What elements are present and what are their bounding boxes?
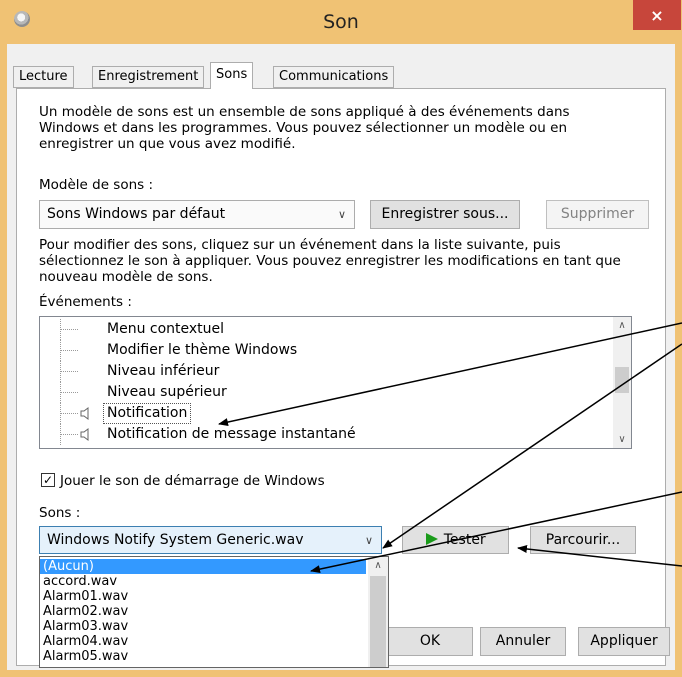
delete-button[interactable]: Supprimer	[546, 200, 649, 229]
events-list[interactable]: Menu contextuel Modifier le thème Window…	[39, 316, 632, 449]
dropdown-scrollbar[interactable]: ∧	[368, 557, 388, 667]
scrollbar-thumb[interactable]	[370, 576, 386, 667]
play-icon	[426, 533, 439, 545]
dropdown-option[interactable]: Alarm02.wav	[40, 604, 366, 619]
list-item[interactable]: Modifier le thème Windows	[40, 340, 631, 361]
dialog-client: Lecture Enregistrement Sons Communicatio…	[7, 44, 675, 670]
modify-sounds-text: Pour modifier des sons, cliquez sur un é…	[39, 237, 621, 285]
title-bar: Son ×	[0, 0, 682, 44]
list-item[interactable]: Niveau inférieur	[40, 361, 631, 382]
tab-sons[interactable]: Sons	[210, 62, 254, 89]
tab-communications[interactable]: Communications	[273, 66, 395, 88]
events-scrollbar[interactable]: ∧ ∨	[613, 317, 631, 448]
event-label: Notification de message instantané	[107, 426, 356, 442]
sounds-label: Sons :	[39, 505, 81, 521]
event-label: Modifier le thème Windows	[107, 342, 298, 358]
startup-sound-label: Jouer le son de démarrage de Windows	[60, 473, 325, 489]
speaker-icon	[80, 407, 89, 420]
test-button-label: Tester	[443, 532, 486, 548]
events-label: Événements :	[39, 294, 132, 310]
event-label: Notification	[103, 403, 192, 424]
scroll-down-icon[interactable]: ∨	[613, 431, 631, 448]
sound-select[interactable]: Windows Notify System Generic.wav ∨	[39, 526, 382, 554]
dropdown-option[interactable]: Alarm05.wav	[40, 649, 366, 664]
browse-button[interactable]: Parcourir...	[530, 526, 636, 554]
sound-dropdown-list[interactable]: (Aucun) accord.wav Alarm01.wav Alarm02.w…	[39, 556, 389, 668]
dropdown-option[interactable]: Alarm03.wav	[40, 619, 366, 634]
scroll-up-icon[interactable]: ∧	[613, 317, 631, 334]
scheme-select-value: Sons Windows par défaut	[47, 206, 226, 222]
tab-enregistrement[interactable]: Enregistrement	[92, 66, 205, 88]
dropdown-option[interactable]: Alarm04.wav	[40, 634, 366, 649]
dropdown-option[interactable]: accord.wav	[40, 574, 366, 589]
list-item[interactable]: Menu contextuel	[40, 319, 631, 340]
dropdown-option-selected[interactable]: (Aucun)	[40, 559, 366, 574]
chevron-down-icon: ∨	[337, 208, 346, 221]
scheme-select[interactable]: Sons Windows par défaut ∨	[39, 200, 355, 229]
dropdown-option[interactable]: Alarm01.wav	[40, 589, 366, 604]
event-label: Niveau inférieur	[107, 363, 220, 379]
sound-select-value: Windows Notify System Generic.wav	[47, 532, 304, 548]
cancel-button[interactable]: Annuler	[480, 627, 566, 656]
scrollbar-thumb[interactable]	[615, 367, 629, 393]
window-title: Son	[323, 11, 359, 33]
ok-button[interactable]: OK	[387, 627, 473, 656]
apply-button[interactable]: Appliquer	[578, 627, 670, 656]
sounds-tab-panel: Un modèle de sons est un ensemble de son…	[16, 88, 666, 668]
speaker-icon	[80, 428, 89, 441]
event-label: Niveau supérieur	[107, 384, 227, 400]
tab-lecture[interactable]: Lecture	[13, 66, 74, 88]
list-item[interactable]: Notification de message instantané	[40, 424, 631, 445]
test-button[interactable]: Tester	[402, 526, 509, 554]
close-button[interactable]: ×	[633, 0, 681, 30]
startup-sound-checkbox[interactable]: ✓	[41, 473, 55, 487]
event-label: Menu contextuel	[107, 321, 225, 337]
save-as-button[interactable]: Enregistrer sous...	[370, 200, 520, 229]
scheme-label: Modèle de sons :	[39, 177, 154, 193]
scheme-intro-text: Un modèle de sons est un ensemble de son…	[39, 104, 570, 152]
scroll-up-icon[interactable]: ∧	[368, 557, 388, 574]
chevron-down-icon: ∨	[364, 534, 373, 547]
list-item[interactable]: Niveau supérieur	[40, 382, 631, 403]
list-item-selected[interactable]: Notification	[40, 403, 631, 424]
